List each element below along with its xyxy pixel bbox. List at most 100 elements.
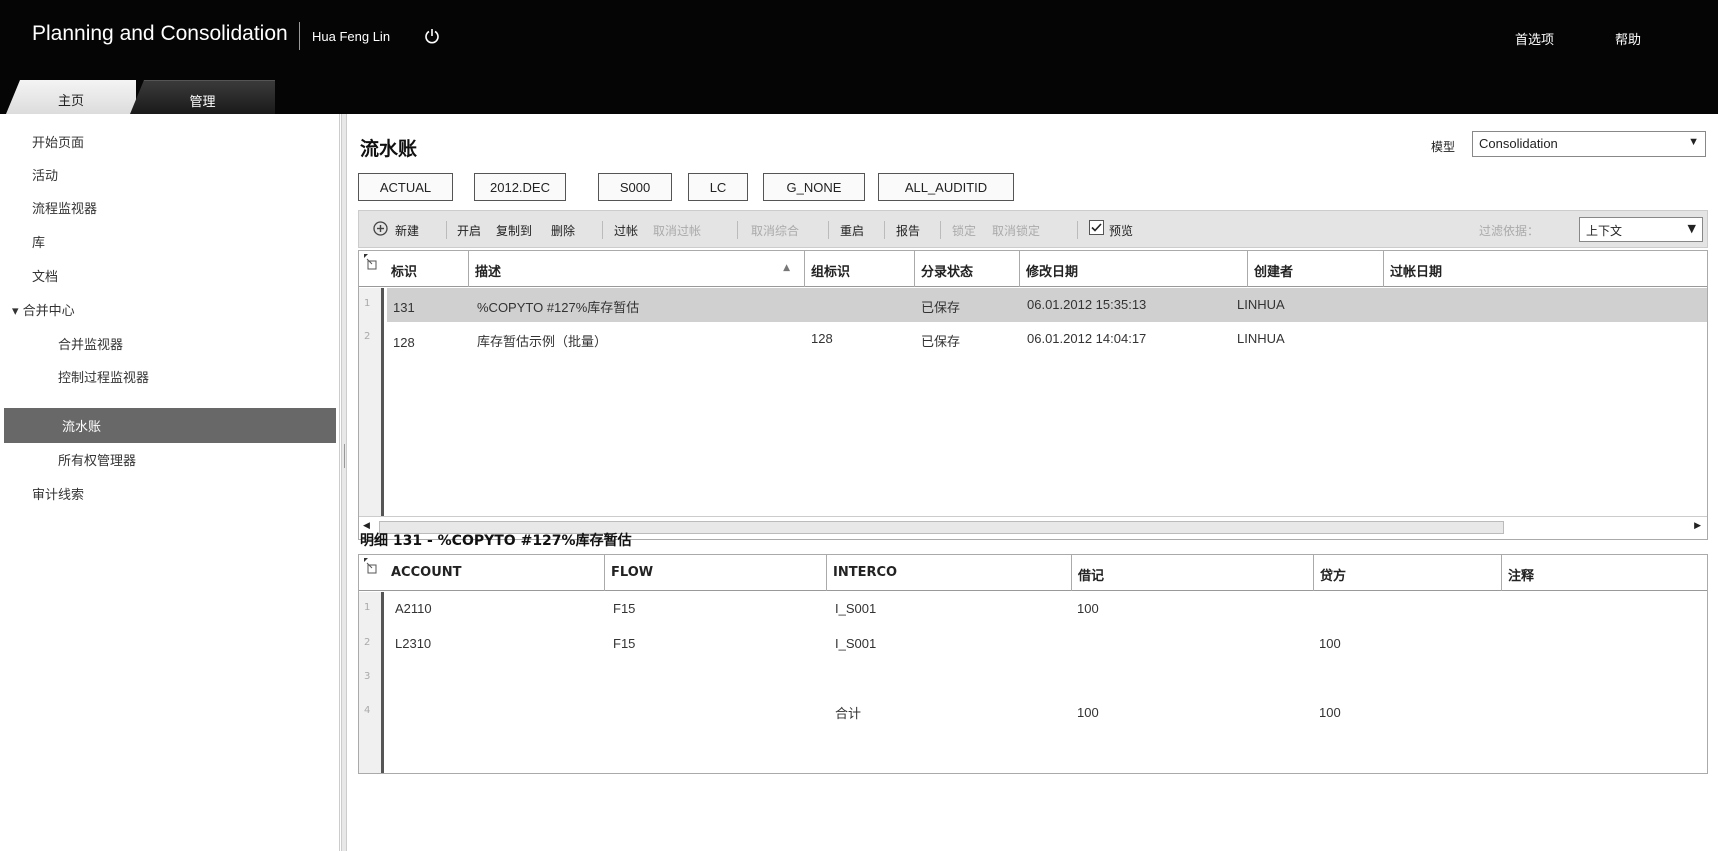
sidebar: 开始页面 活动 流程监视器 库 文档 ▾ 合并中心 合并监视器 控制过程监视器 … — [0, 114, 340, 851]
column-header-flow[interactable]: FLOW — [605, 555, 827, 591]
journal-status-cell[interactable]: 已保存 — [921, 331, 960, 350]
journal-creator-cell[interactable]: LINHUA — [1237, 297, 1285, 312]
toolbar-divider — [737, 221, 738, 239]
open-button[interactable]: 开启 — [457, 222, 481, 239]
column-header-modified-date[interactable]: 修改日期 — [1020, 251, 1248, 287]
help-link[interactable]: 帮助 — [1615, 29, 1641, 48]
unlock-button[interactable]: 取消锁定 — [992, 222, 1040, 239]
journal-description-cell[interactable]: %COPYTO #127%库存暂估 — [477, 297, 639, 316]
column-header-id[interactable]: 标识 — [385, 251, 469, 287]
post-button[interactable]: 过帐 — [614, 222, 638, 239]
journal-modified-cell[interactable]: 06.01.2012 14:04:17 — [1027, 331, 1146, 346]
context-currency-button[interactable]: LC — [688, 173, 748, 201]
column-header-credit[interactable]: 贷方 — [1314, 555, 1502, 591]
sidebar-item-consolidation-monitor[interactable]: 合并监视器 — [58, 334, 123, 353]
journal-id-cell[interactable]: 128 — [393, 335, 415, 350]
column-header-description-label: 描述 — [475, 265, 502, 280]
toolbar-divider — [446, 221, 447, 239]
toolbar-divider — [1077, 221, 1078, 239]
journal-status-cell[interactable]: 已保存 — [921, 297, 960, 316]
detail-flow-cell[interactable]: F15 — [613, 636, 635, 651]
column-chooser-icon[interactable] — [363, 557, 381, 579]
main-content: 流水账 模型 Consolidation ▼ ACTUAL 2012.DEC S… — [348, 114, 1718, 851]
context-category-button[interactable]: ACTUAL — [358, 173, 453, 201]
sidebar-item-consolidation-central[interactable]: ▾ 合并中心 — [12, 300, 75, 319]
context-group-button[interactable]: G_NONE — [763, 173, 865, 201]
detail-flow-cell[interactable]: F15 — [613, 601, 635, 616]
column-header-posted-date[interactable]: 过帐日期 — [1384, 251, 1707, 287]
filter-by-select[interactable]: 上下文 ▼ — [1579, 217, 1703, 242]
detail-grid-header: ACCOUNT FLOW INTERCO 借记 贷方 注释 — [359, 555, 1707, 591]
report-button[interactable]: 报告 — [896, 222, 920, 239]
column-header-description[interactable]: 描述 ▲ — [469, 251, 805, 287]
column-header-interco[interactable]: INTERCO — [827, 555, 1072, 591]
model-select[interactable]: Consolidation ▼ — [1472, 131, 1706, 157]
row-number-gutter — [359, 288, 384, 516]
context-time-button[interactable]: 2012.DEC — [474, 173, 566, 201]
context-entity-button[interactable]: S000 — [598, 173, 672, 201]
sidebar-item-library[interactable]: 库 — [32, 232, 45, 251]
reopen-button[interactable]: 重启 — [840, 222, 864, 239]
model-label: 模型 — [1431, 140, 1456, 154]
toolbar-divider — [602, 221, 603, 239]
column-header-status[interactable]: 分录状态 — [915, 251, 1020, 287]
detail-account-cell[interactable]: L2310 — [395, 636, 431, 651]
journal-description-cell[interactable]: 库存暂估示例（批量） — [477, 331, 607, 350]
chevron-down-icon: ▼ — [1687, 222, 1696, 235]
journal-group-id-cell[interactable]: 128 — [811, 331, 833, 346]
column-header-account[interactable]: ACCOUNT — [385, 555, 605, 591]
column-header-creator[interactable]: 创建者 — [1248, 251, 1384, 287]
sort-ascending-icon: ▲ — [783, 263, 790, 273]
title-divider — [299, 22, 300, 50]
row-number: 1 — [364, 298, 371, 309]
journal-id-cell[interactable]: 131 — [393, 300, 415, 315]
journal-creator-cell[interactable]: LINHUA — [1237, 331, 1285, 346]
unpost-button[interactable]: 取消过帐 — [653, 222, 701, 239]
tab-administration[interactable]: 管理 — [130, 80, 275, 114]
sidebar-item-activities[interactable]: 活动 — [32, 165, 58, 184]
journal-toolbar: 新建 开启 复制到 删除 过帐 取消过帐 取消综合 重启 报告 锁定 取消锁定 … — [358, 210, 1708, 248]
detail-account-cell[interactable]: A2110 — [395, 601, 432, 616]
context-auditid-button[interactable]: ALL_AUDITID — [878, 173, 1014, 201]
column-header-comment[interactable]: 注释 — [1502, 555, 1707, 591]
detail-credit-cell[interactable]: 100 — [1319, 636, 1341, 651]
detail-section-title: 明细 131 - %COPYTO #127%库存暂估 — [360, 533, 632, 549]
preferences-link[interactable]: 首选项 — [1515, 29, 1554, 48]
filter-by-value: 上下文 — [1586, 224, 1623, 238]
preview-checkbox[interactable] — [1089, 220, 1104, 238]
lock-button[interactable]: 锁定 — [952, 222, 976, 239]
sidebar-item-start-page[interactable]: 开始页面 — [32, 132, 84, 151]
copy-to-button[interactable]: 复制到 — [496, 222, 532, 239]
unconsolidate-button[interactable]: 取消综合 — [751, 222, 799, 239]
detail-debit-cell[interactable]: 100 — [1077, 601, 1099, 616]
detail-total-credit: 100 — [1319, 705, 1341, 720]
chevron-down-icon: ▼ — [1688, 136, 1699, 148]
delete-button[interactable]: 删除 — [551, 222, 575, 239]
row-number: 2 — [364, 331, 371, 342]
app-header: Planning and Consolidation Hua Feng Lin … — [0, 0, 1718, 114]
column-header-group-id[interactable]: 组标识 — [805, 251, 915, 287]
detail-interco-cell[interactable]: I_S001 — [835, 636, 876, 651]
new-button[interactable]: 新建 — [395, 222, 419, 239]
model-select-value: Consolidation — [1479, 136, 1558, 151]
detail-total-debit: 100 — [1077, 705, 1099, 720]
column-chooser-icon[interactable] — [363, 253, 381, 275]
detail-interco-cell[interactable]: I_S001 — [835, 601, 876, 616]
column-header-debit[interactable]: 借记 — [1072, 555, 1314, 591]
sidebar-item-ownership-manager[interactable]: 所有权管理器 — [58, 450, 136, 469]
sidebar-item-process-monitor[interactable]: 流程监视器 — [32, 198, 97, 217]
pane-splitter[interactable] — [341, 114, 347, 851]
splitter-grip — [344, 444, 345, 468]
scroll-right-icon[interactable]: ▶ — [1694, 521, 1701, 531]
sidebar-item-audit-trail[interactable]: 审计线索 — [32, 484, 84, 503]
sidebar-item-documents[interactable]: 文档 — [32, 266, 58, 285]
sidebar-item-journals[interactable]: 流水账 — [4, 408, 336, 443]
journal-modified-cell[interactable]: 06.01.2012 15:35:13 — [1027, 297, 1146, 312]
tab-home[interactable]: 主页 — [6, 80, 136, 114]
add-icon[interactable] — [373, 221, 388, 239]
row-number: 3 — [364, 671, 371, 682]
sidebar-item-controls-monitor[interactable]: 控制过程监视器 — [58, 367, 149, 386]
detail-total-label: 合计 — [835, 706, 862, 721]
logoff-icon[interactable] — [424, 28, 440, 44]
row-number: 4 — [364, 705, 371, 716]
